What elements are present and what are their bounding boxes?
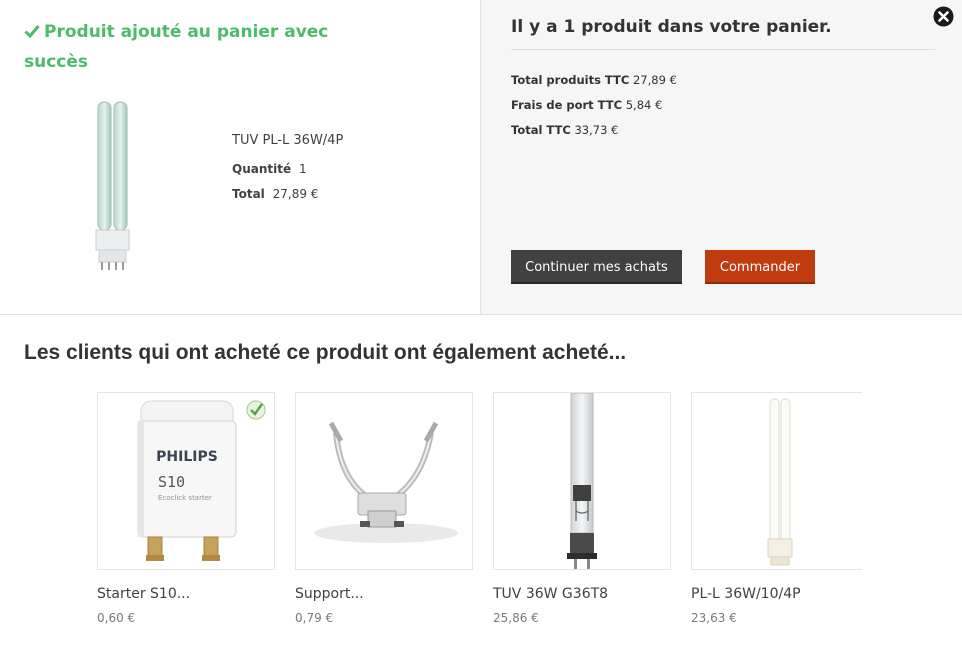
crossselling-title: Les clients qui ont acheté ce produit on…: [24, 341, 627, 364]
product-card-title[interactable]: Starter S10...: [97, 586, 275, 602]
product-card-title[interactable]: TUV 36W G36T8: [493, 586, 671, 602]
product-card-price: 25,86 €: [493, 611, 539, 625]
product-card-price: 0,60 €: [97, 611, 136, 625]
cart-summary-pane: Il y a 1 produit dans votre panier. Tota…: [480, 0, 962, 314]
totals-value: 5,84 €: [625, 98, 663, 112]
eco-check-icon: [246, 400, 266, 420]
product-card[interactable]: PHILIPS S10 Ecoclick starter Starter S10…: [97, 392, 275, 625]
cart-modal: Produit ajouté au panier avec succès TUV…: [0, 0, 962, 315]
product-card[interactable]: PL-L 36W/10/4P 23,63 €: [691, 392, 862, 625]
totals-row: Total TTC 33,73 €: [511, 118, 677, 143]
product-card-title[interactable]: PL-L 36W/10/4P: [691, 586, 862, 602]
totals-row: Frais de port TTC 5,84 €: [511, 93, 677, 118]
product-details: TUV PL-L 36W/4P Quantité 1 Total 27,89 €: [232, 133, 343, 207]
product-card-price: 0,79 €: [295, 611, 334, 625]
starter-brand: PHILIPS: [156, 449, 218, 465]
product-quantity: Quantité 1: [232, 157, 343, 182]
product-card-title[interactable]: Support...: [295, 586, 473, 602]
total-label: Total: [232, 187, 265, 201]
success-message: Produit ajouté au panier avec succès: [24, 18, 344, 77]
totals-label: Total produits TTC: [511, 73, 630, 87]
totals-label: Frais de port TTC: [511, 98, 623, 112]
product-card[interactable]: TUV 36W G36T8 25,86 €: [493, 392, 671, 625]
product-card[interactable]: Support... 0,79 €: [295, 392, 473, 625]
quantity-value: 1: [298, 162, 307, 176]
product-thumbnail[interactable]: PHILIPS S10 Ecoclick starter: [97, 392, 275, 570]
totals-value: 33,73 €: [574, 123, 619, 137]
starter-model: S10: [158, 473, 185, 491]
success-text: Produit ajouté au panier avec succès: [24, 22, 329, 72]
product-name: TUV PL-L 36W/4P: [232, 133, 344, 148]
total-value: 27,89 €: [272, 187, 319, 201]
quantity-label: Quantité: [232, 162, 292, 176]
product-thumbnail[interactable]: [295, 392, 473, 570]
order-button[interactable]: Commander: [705, 250, 815, 284]
totals-row: Total produits TTC 27,89 €: [511, 68, 677, 93]
starter-tagline: Ecoclick starter: [158, 494, 212, 502]
product-card-price: 23,63 €: [691, 611, 737, 625]
product-thumbnail[interactable]: [493, 392, 671, 570]
product-image: [86, 98, 142, 274]
totals-label: Total TTC: [511, 123, 571, 137]
product-thumbnail[interactable]: [691, 392, 862, 570]
cart-totals: Total produits TTC 27,89 € Frais de port…: [511, 68, 677, 143]
product-total: Total 27,89 €: [232, 182, 343, 207]
check-icon: [24, 19, 44, 48]
crossselling-products: PHILIPS S10 Ecoclick starter Starter S10…: [97, 392, 862, 663]
close-circle-icon[interactable]: [933, 6, 954, 27]
totals-value: 27,89 €: [632, 73, 677, 87]
cart-count: Il y a 1 produit dans votre panier.: [511, 17, 935, 50]
continue-shopping-button[interactable]: Continuer mes achats: [511, 250, 682, 284]
added-product-pane: Produit ajouté au panier avec succès TUV…: [0, 0, 481, 314]
